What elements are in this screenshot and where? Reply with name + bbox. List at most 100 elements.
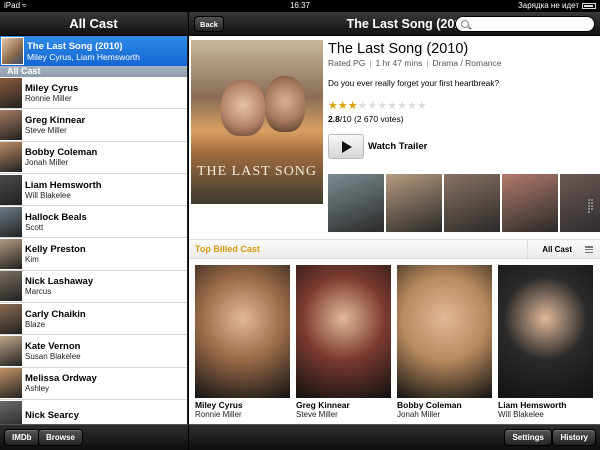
cast-avatar [0,400,22,424]
cast-list-item[interactable]: Nick Searcy [0,400,187,424]
star-empty-icon: ★ [377,100,388,112]
cast-name: Bobby Coleman [25,147,98,159]
cast-photo [498,265,593,398]
cast-role: Will Blakelee [25,190,71,200]
battery-status: Зарядка не идет [518,0,596,12]
cast-role: Blaze [25,319,46,329]
poster-figure-right [265,76,305,132]
photo-thumbnail[interactable] [328,174,384,232]
star-empty-icon: ★ [416,100,427,112]
cast-role: Ashley [25,384,50,394]
cast-name: Hallock Beals [25,211,87,223]
genres-label: Drama / Romance [432,58,502,68]
cast-list-item[interactable]: Carly Chaikin Blaze [0,303,187,336]
watch-trailer-label[interactable]: Watch Trailer [368,141,427,152]
photo-thumbnail[interactable] [444,174,500,232]
selected-movie-title: The Last Song (2010) [27,40,123,52]
top-billed-label: Top Billed Cast [195,244,260,254]
cast-list-item[interactable]: Melissa Ordway Ashley [0,368,187,400]
star-filled-icon: ★ [328,100,338,112]
movie-title: The Last Song (2010) [328,41,469,57]
photo-thumbnail[interactable] [502,174,558,232]
cast-avatar [0,368,22,399]
cast-card[interactable]: Liam Hemsworth Will Blakelee [498,265,593,425]
list-icon[interactable] [585,246,593,254]
cast-list-item[interactable]: Bobby Coleman Jonah Miller [0,142,187,174]
star-filled-icon: ★ [337,100,348,112]
cast-role: Kim [25,255,39,265]
cast-list-item[interactable]: Nick Lashaway Marcus [0,271,187,304]
rating-votes: /10 (2 670 votes) [339,114,404,124]
cast-avatar [0,142,22,173]
cast-card-name: Miley Cyrus [195,400,243,410]
play-trailer-button[interactable] [328,134,364,159]
photo-strip[interactable] [328,174,600,234]
cast-card-name: Liam Hemsworth [498,400,567,410]
star-empty-icon: ★ [387,100,398,112]
cast-photo [296,265,391,398]
detail-navbar: Back The Last Song (2010) [189,12,600,36]
star-rating: ★★★★★★★★★★ [328,99,427,112]
cast-name: Miley Cyrus [25,82,79,94]
cast-list-item[interactable]: Miley Cyrus Ronnie Miller [0,77,187,110]
section-header-all-cast: All Cast [0,66,187,77]
cast-avatar [0,336,22,367]
all-cast-button[interactable]: All Cast [542,245,572,254]
browse-button[interactable]: Browse [38,429,83,446]
photo-thumbnail[interactable] [386,174,442,232]
cast-list-item[interactable]: Greg Kinnear Steve Miller [0,109,187,142]
movie-tagline: Do you ever really forget your first hea… [328,78,500,88]
movie-thumbnail [1,37,24,65]
cast-role: Marcus [25,287,52,297]
cast-avatar [0,303,22,334]
cast-role: Jonah Miller [25,158,69,168]
cast-name: Greg Kinnear [25,114,86,126]
status-bar: iPad ≈ 16:37 Зарядка не идет [0,0,600,12]
play-icon [342,141,352,153]
poster-figure-left [221,80,265,136]
top-billed-bar: Top Billed Cast All Cast [189,239,600,260]
cast-card[interactable]: Miley Cyrus Ronnie Miller [195,265,290,425]
cast-name: Melissa Ordway [25,373,97,385]
bar-divider [527,240,528,260]
rating-score: 2.8 [328,114,340,124]
cast-name: Nick Lashaway [25,276,94,288]
history-button[interactable]: History [552,429,596,446]
star-filled-icon: ★ [347,100,358,112]
cast-photo [195,265,290,398]
star-empty-icon: ★ [397,100,407,112]
cast-card[interactable]: Bobby Coleman Jonah Miller [397,265,492,425]
movie-poster[interactable]: THE LAST SONG [191,40,323,204]
cast-photo [397,265,492,398]
cast-list-item[interactable]: Kate Vernon Susan Blakelee [0,335,187,368]
grid-icon[interactable] [588,199,596,213]
cast-name: Kate Vernon [25,341,81,353]
cast-name: Kelly Preston [25,244,86,256]
cast-card-role: Ronnie Miller [195,410,242,419]
cast-role: Steve Miller [25,125,67,135]
selected-movie-row[interactable]: The Last Song (2010) Miley Cyrus, Liam H… [0,36,187,66]
cast-list-item[interactable]: Hallock Beals Scott [0,206,187,239]
cast-role: Susan Blakelee [25,352,81,362]
detail-toolbar: Settings History [189,424,600,450]
cast-list[interactable]: Miley Cyrus Ronnie Miller Greg Kinnear Stev… [0,77,187,424]
cast-list-item[interactable]: Kelly Preston Kim [0,238,187,271]
search-field[interactable] [455,16,595,32]
cast-card-role: Jonah Miller [397,410,441,419]
clock: 16:37 [289,1,311,10]
settings-button[interactable]: Settings [504,429,552,446]
imdb-button[interactable]: IMDb [4,429,40,446]
sidebar-title: All Cast [0,12,187,36]
selected-movie-subtitle: Miley Cyrus, Liam Hemsworth [27,51,140,62]
poster-title: THE LAST SONG [196,164,318,179]
cast-card[interactable]: Greg Kinnear Steve Miller [296,265,391,425]
cast-card-name: Bobby Coleman [397,400,462,410]
search-input[interactable] [472,18,590,30]
cast-sidebar: All Cast The Last Song (2010) Miley Cyru… [0,12,188,450]
cast-avatar [0,239,22,270]
cast-name: Carly Chaikin [25,308,86,320]
cast-avatar [0,206,22,237]
cast-card-name: Greg Kinnear [296,400,350,410]
cast-avatar [0,77,22,108]
cast-list-item[interactable]: Liam Hemsworth Will Blakelee [0,174,187,207]
